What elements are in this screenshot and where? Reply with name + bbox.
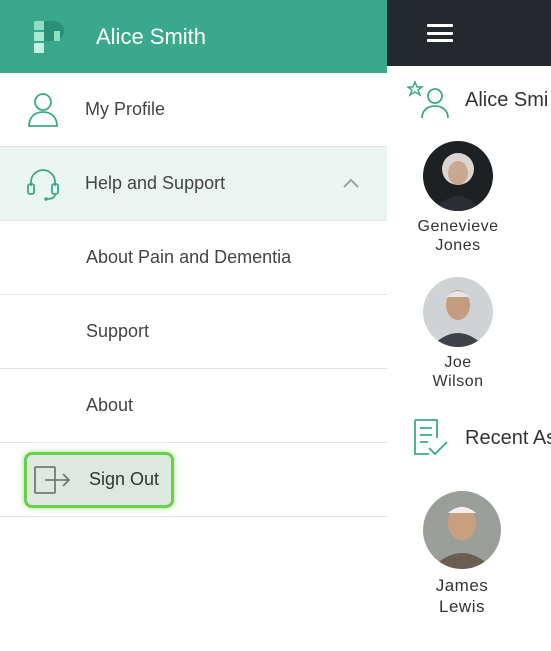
user-icon [23,90,63,130]
menu-item-about[interactable]: About [0,369,387,443]
avatar [423,491,501,569]
sign-out-icon [34,465,71,494]
sign-out-row: Sign Out [0,443,387,517]
section-title-text: Recent As [465,426,551,449]
resident-last-name: Jones [435,237,481,254]
starred-user-icon [407,80,449,119]
resident-card[interactable]: Joe Wilson [398,277,518,391]
resident-first-name: Joe [444,354,472,371]
recent-section-title: Recent As [407,418,551,458]
menu-item-label: About [86,395,134,415]
main-app-screen: Alice Smi Genevieve Jones Joe Wilson Rec… [387,0,551,651]
menu-item-support[interactable]: Support [0,295,387,369]
menu-item-label: My Profile [85,99,166,119]
menu-item-label: Support [86,321,150,341]
avatar [423,277,493,347]
checklist-icon [414,419,448,456]
chevron-up-icon[interactable] [341,173,361,193]
app-top-bar [387,0,551,66]
menu-item-help-and-support[interactable]: Help and Support [0,147,387,221]
drawer-header: Alice Smith [0,0,387,73]
recent-first-name: James [435,576,489,595]
hamburger-menu-icon[interactable] [427,24,453,42]
app-logo-icon [34,20,64,53]
navigation-drawer: Alice Smith My Profile Help and Support [0,0,387,651]
residents-section-title: Alice Smi [407,80,548,120]
headset-icon [23,164,63,204]
sign-out-label: Sign Out [89,469,160,489]
sign-out-button[interactable]: Sign Out [24,451,174,508]
menu-item-label: Help and Support [85,173,226,193]
resident-card[interactable]: Genevieve Jones [398,141,518,255]
section-title-text: Alice Smi [465,88,549,111]
menu-item-my-profile[interactable]: My Profile [0,73,387,147]
menu-item-about-pain-and-dementia[interactable]: About Pain and Dementia [0,221,387,295]
recent-card[interactable]: James Lewis [402,491,522,617]
menu-item-label: About Pain and Dementia [86,247,292,267]
drawer-user-name: Alice Smith [96,23,207,49]
recent-last-name: Lewis [439,597,485,616]
avatar [423,141,493,211]
resident-last-name: Wilson [432,373,484,390]
resident-first-name: Genevieve [417,218,499,235]
